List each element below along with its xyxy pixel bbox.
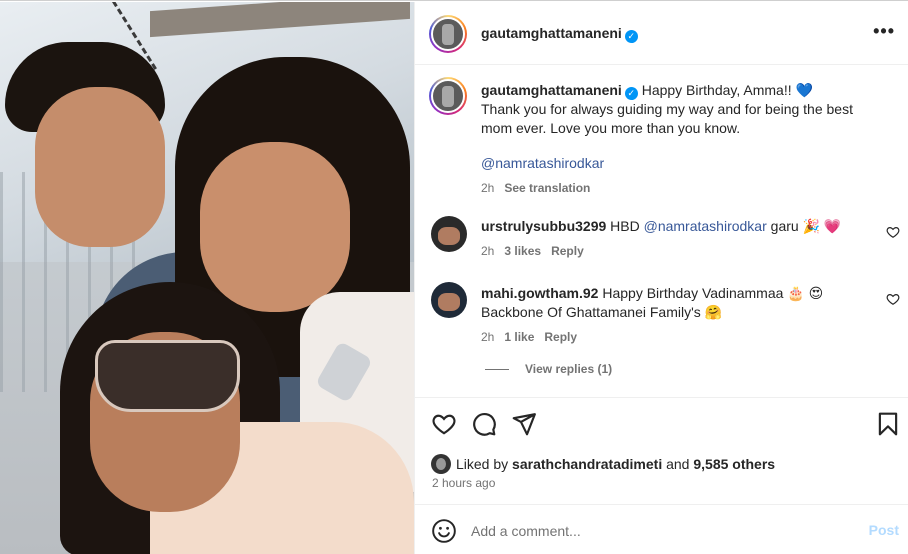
- comment-time[interactable]: 2h: [481, 244, 494, 258]
- photo-person-girl-face: [200, 142, 350, 312]
- caption-avatar[interactable]: [429, 77, 467, 115]
- comment-meta: 2h 3 likes Reply: [481, 242, 871, 261]
- caption-meta: 2h See translation: [481, 179, 881, 198]
- comment-likes[interactable]: 1 like: [504, 330, 534, 344]
- author-avatar[interactable]: [429, 15, 467, 53]
- comment-avatar[interactable]: [431, 282, 467, 318]
- post-timestamp[interactable]: 2 hours ago: [432, 476, 495, 490]
- like-heart-icon[interactable]: [431, 411, 457, 437]
- caption-avatar-image: [431, 79, 465, 113]
- comment-username[interactable]: mahi.gowtham.92: [481, 285, 598, 301]
- comment-item: mahi.gowtham.92 Happy Birthday Vadinamma…: [481, 284, 871, 347]
- comment-username[interactable]: urstrulysubbu3299: [481, 218, 606, 234]
- instagram-post-modal: gautamghattamaneni ✓ ••• gautamghattamane…: [0, 0, 908, 554]
- comment-mention[interactable]: @namratashirodkar: [644, 218, 767, 234]
- comment-text-suffix: garu 🎉 💗: [770, 218, 842, 234]
- add-comment-input[interactable]: [471, 520, 841, 542]
- photo-person-boy-face: [35, 87, 165, 247]
- photo-sunglasses: [95, 340, 240, 412]
- liker-avatar[interactable]: [431, 454, 451, 474]
- emoji-icon[interactable]: [431, 518, 457, 544]
- comment-likes[interactable]: 3 likes: [504, 244, 541, 258]
- liked-by-and: and: [666, 456, 690, 472]
- action-bar: [415, 397, 908, 447]
- post-caption: gautamghattamaneni ✓ Happy Birthday, Amma…: [481, 81, 881, 198]
- verified-badge-icon: ✓: [624, 30, 638, 43]
- comment-text-prefix: HBD: [610, 218, 640, 234]
- comment-bubble-icon[interactable]: [471, 411, 497, 437]
- add-comment-bar: Post: [415, 504, 908, 554]
- post-photo[interactable]: [0, 2, 414, 554]
- comment-like-heart-icon[interactable]: [886, 292, 900, 306]
- caption-mention[interactable]: @namratashirodkar: [481, 155, 604, 171]
- caption-line2: Thank you for always guiding my way and …: [481, 101, 853, 136]
- see-translation-button[interactable]: See translation: [504, 181, 590, 195]
- liked-by-others[interactable]: 9,585 others: [693, 456, 775, 472]
- caption-time[interactable]: 2h: [481, 181, 494, 195]
- comment-time[interactable]: 2h: [481, 330, 494, 344]
- liked-by-row: Liked by sarathchandratadimeti and 9,585…: [431, 454, 775, 474]
- author-name-row: gautamghattamaneni ✓: [481, 25, 638, 43]
- verified-badge-icon: ✓: [624, 87, 638, 100]
- view-replies-button[interactable]: View replies (1): [485, 362, 612, 376]
- caption-username[interactable]: gautamghattamaneni: [481, 82, 622, 98]
- comment-item: urstrulysubbu3299 HBD @namratashirodkar …: [481, 217, 871, 261]
- share-send-icon[interactable]: [511, 411, 537, 437]
- author-username[interactable]: gautamghattamaneni: [481, 25, 622, 41]
- liked-by-user[interactable]: sarathchandratadimeti: [512, 456, 662, 472]
- comment-reply-button[interactable]: Reply: [544, 330, 577, 344]
- liked-by-prefix: Liked by: [456, 456, 509, 472]
- post-header: gautamghattamaneni ✓ •••: [415, 2, 908, 65]
- post-side-panel: gautamghattamaneni ✓ ••• gautamghattamane…: [414, 2, 908, 554]
- comment-avatar[interactable]: [431, 216, 467, 252]
- author-avatar-image: [431, 17, 465, 51]
- comment-like-heart-icon[interactable]: [886, 225, 900, 239]
- more-options-icon[interactable]: •••: [873, 22, 895, 40]
- comment-reply-button[interactable]: Reply: [551, 244, 584, 258]
- comment-meta: 2h 1 like Reply: [481, 328, 871, 347]
- save-bookmark-icon[interactable]: [875, 411, 901, 437]
- caption-line1: Happy Birthday, Amma!! 💙: [641, 82, 813, 98]
- post-comment-button[interactable]: Post: [869, 522, 899, 538]
